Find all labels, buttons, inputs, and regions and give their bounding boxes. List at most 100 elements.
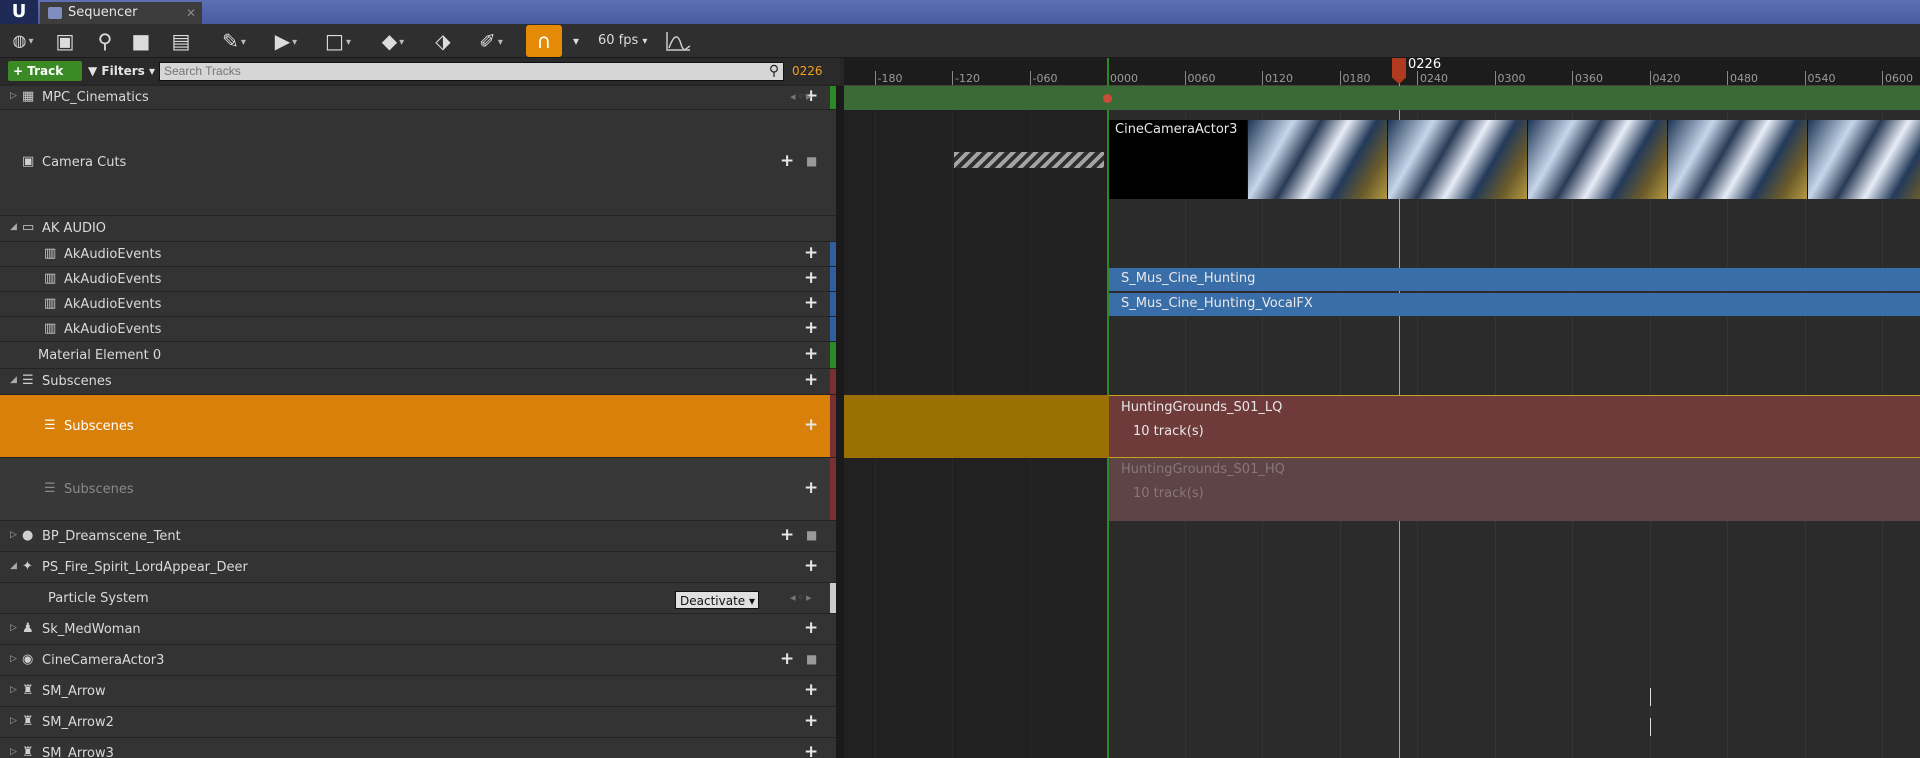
expand-arrow-icon[interactable]: ▷: [10, 747, 17, 757]
key-tick[interactable]: [1650, 688, 1651, 706]
track-bp-dreamscene-tent[interactable]: ▷ ● BP_Dreamscene_Tent + ■: [0, 521, 836, 552]
camera-lock-icon[interactable]: ■: [806, 652, 817, 666]
tab-sequencer[interactable]: Sequencer ✕: [40, 0, 202, 24]
selected-row-highlight[interactable]: [844, 395, 1109, 458]
add-icon[interactable]: +: [804, 618, 818, 638]
add-icon[interactable]: +: [780, 151, 794, 171]
play-icon[interactable]: ▶ ▾: [268, 24, 304, 58]
add-icon[interactable]: +: [804, 478, 818, 498]
track-subscenes[interactable]: ☰ Subscenes +: [0, 458, 836, 521]
search-tracks-input[interactable]: [159, 62, 784, 81]
track-ak-audio[interactable]: ◢ ▭ AK AUDIO: [0, 216, 836, 242]
add-track-button[interactable]: + Track: [8, 61, 82, 81]
add-icon[interactable]: +: [804, 344, 818, 364]
keyframe-nav-icon[interactable]: ◂◦▸: [790, 90, 814, 103]
audio-section-hunting[interactable]: S_Mus_Cine_Hunting: [1109, 268, 1920, 291]
keyframe-nav-icon[interactable]: ◂◦▸: [790, 591, 814, 604]
add-icon[interactable]: +: [780, 525, 794, 545]
expand-arrow-icon[interactable]: ▷: [10, 91, 17, 101]
camera-lock-icon[interactable]: ■: [806, 528, 817, 542]
splitter[interactable]: [836, 86, 844, 758]
expand-arrow-icon[interactable]: ▷: [10, 623, 17, 633]
world-icon[interactable]: ◍ ▾: [6, 24, 40, 58]
track-akaudioevents[interactable]: ▥ AkAudioEvents +: [0, 292, 836, 317]
current-frame-field[interactable]: 0226: [792, 61, 823, 81]
camera-lock-icon[interactable]: ■: [806, 154, 817, 168]
camera-cut-icon: ▣: [22, 154, 35, 169]
track-cinecameraactor3[interactable]: ▷ ◉ CineCameraActor3 + ■: [0, 645, 836, 676]
add-icon[interactable]: +: [804, 293, 818, 313]
mpc-icon: ▦: [22, 89, 35, 104]
track-color-strip: [830, 583, 836, 613]
fps-dropdown[interactable]: 60 fps ▾: [598, 24, 647, 58]
subscene-icon: ☰: [44, 417, 56, 433]
track-mpc-cinematics[interactable]: ▷ ▦ MPC_Cinematics + ◂◦▸: [0, 86, 836, 110]
add-icon[interactable]: +: [804, 680, 818, 700]
track-label: AkAudioEvents: [64, 246, 162, 262]
keyframe-icon[interactable]: ◆ ▾: [372, 24, 414, 58]
track-akaudioevents[interactable]: ▥ AkAudioEvents +: [0, 267, 836, 292]
track-sm-arrow2[interactable]: ▷ ♜ SM_Arrow2 +: [0, 707, 836, 738]
collapse-arrow-icon[interactable]: ◢: [10, 375, 17, 385]
search-icon[interactable]: ⚲: [90, 24, 120, 58]
collapse-arrow-icon[interactable]: ◢: [10, 222, 17, 232]
expand-arrow-icon[interactable]: ▷: [10, 530, 17, 540]
close-icon[interactable]: ✕: [186, 2, 196, 24]
track-label: AkAudioEvents: [64, 321, 162, 337]
wrench-icon[interactable]: ✎ ▾: [214, 24, 254, 58]
snap-magnet-icon[interactable]: ∩: [526, 25, 562, 57]
particle-activation-dropdown[interactable]: Deactivate ▾: [675, 591, 759, 609]
track-sk-medwoman[interactable]: ▷ ♟ Sk_MedWoman +: [0, 614, 836, 645]
expand-arrow-icon[interactable]: ▷: [10, 685, 17, 695]
clapperboard-icon[interactable]: ▤: [166, 24, 196, 58]
ruler-tick-label: 0000: [1110, 72, 1138, 85]
add-icon[interactable]: +: [804, 318, 818, 338]
tag-icon[interactable]: ⬗: [428, 24, 458, 58]
collapse-arrow-icon[interactable]: ◢: [10, 561, 17, 571]
save-icon[interactable]: ▣: [50, 24, 80, 58]
track-akaudioevents[interactable]: ▥ AkAudioEvents +: [0, 242, 836, 267]
ruler-tick-label: -120: [955, 72, 980, 85]
track-label: CineCameraActor3: [42, 652, 165, 668]
cine-camera-icon: ◉: [22, 651, 34, 667]
mpc-section[interactable]: [844, 86, 1920, 110]
pre-roll-hatch[interactable]: [954, 152, 1104, 168]
track-ps-fire-spirit[interactable]: ◢ ✦ PS_Fire_Spirit_LordAppear_Deer +: [0, 552, 836, 583]
expand-arrow-icon[interactable]: ▷: [10, 716, 17, 726]
snap-dropdown-icon[interactable]: ▾: [566, 24, 586, 58]
dropdown-value: Deactivate: [680, 594, 746, 608]
track-akaudioevents[interactable]: ▥ AkAudioEvents +: [0, 317, 836, 342]
audio-section-vocalfx[interactable]: S_Mus_Cine_Hunting_VocalFX: [1109, 293, 1920, 316]
add-icon[interactable]: +: [804, 711, 818, 731]
subscene-section-hq[interactable]: HuntingGrounds_S01_HQ 10 track(s): [1109, 458, 1920, 521]
mpc-key-marker[interactable]: [1103, 94, 1112, 103]
track-sm-arrow[interactable]: ▷ ♜ SM_Arrow +: [0, 676, 836, 707]
key-tick[interactable]: [1650, 718, 1651, 736]
track-subscenes-selected[interactable]: ☰ Subscenes +: [0, 395, 836, 458]
expand-arrow-icon[interactable]: ▷: [10, 654, 17, 664]
camera-icon[interactable]: ■: [126, 24, 156, 58]
track-camera-cuts[interactable]: ▣ Camera Cuts + ■: [0, 110, 836, 216]
time-ruler[interactable]: -180 -120 -060 0000 0060 0120 0180 0240 0300 0360…: [844, 58, 1920, 86]
subscene-section-lq[interactable]: HuntingGrounds_S01_LQ 10 track(s): [1109, 395, 1920, 458]
filters-button[interactable]: ▼ Filters ▾: [88, 61, 155, 81]
add-icon[interactable]: +: [804, 556, 818, 576]
track-label: SM_Arrow2: [42, 714, 114, 730]
ruler-tick-label: 0540: [1807, 72, 1836, 85]
audio-section-label: S_Mus_Cine_Hunting: [1121, 271, 1256, 286]
track-subscenes-group[interactable]: ◢ ☰ Subscenes +: [0, 369, 836, 395]
track-sm-arrow3[interactable]: ▷ ♜ SM_Arrow3 +: [0, 738, 836, 758]
search-icon[interactable]: ⚲: [764, 61, 784, 81]
pencil-icon[interactable]: ✐ ▾: [470, 24, 512, 58]
add-icon[interactable]: +: [804, 415, 818, 435]
selection-icon[interactable]: □ ▾: [318, 24, 358, 58]
subscene-track-count: 10 track(s): [1133, 424, 1204, 439]
track-material-element[interactable]: Material Element 0 +: [0, 342, 836, 369]
sequencer-tab-icon: [48, 7, 62, 19]
add-icon[interactable]: +: [804, 268, 818, 288]
add-icon[interactable]: +: [804, 243, 818, 263]
graph-editor-icon[interactable]: [664, 24, 692, 58]
add-icon[interactable]: +: [804, 742, 818, 758]
add-icon[interactable]: +: [804, 370, 818, 390]
add-icon[interactable]: +: [780, 649, 794, 669]
